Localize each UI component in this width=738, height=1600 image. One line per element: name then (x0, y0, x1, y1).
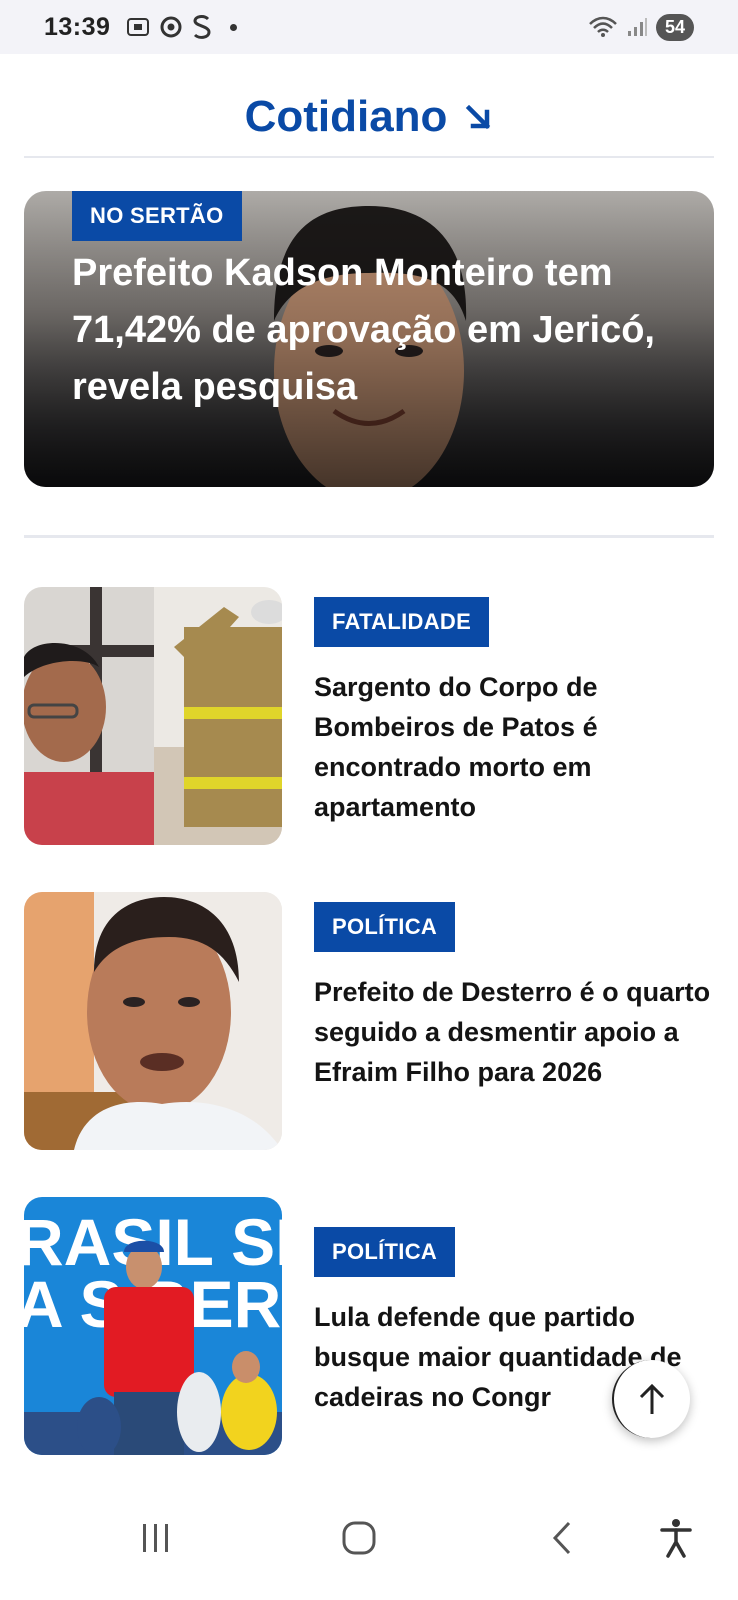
thumbnail-image (24, 892, 282, 1150)
section-title: Cotidiano (244, 92, 448, 141)
featured-article-card[interactable]: NO SERTÃO Prefeito Kadson Monteiro tem 7… (24, 191, 714, 487)
scroll-to-top-button[interactable] (612, 1360, 690, 1438)
news-category-tag[interactable]: POLÍTICA (314, 1227, 456, 1277)
status-time: 13:39 (44, 12, 111, 41)
news-body: FATALIDADE Sargento do Corpo de Bombeiro… (314, 597, 714, 827)
arrow-down-right-icon (466, 104, 491, 130)
status-icons-left (126, 14, 238, 40)
news-item[interactable]: FATALIDADE Sargento do Corpo de Bombeiro… (24, 587, 714, 845)
back-icon (552, 1521, 571, 1555)
news-item[interactable]: POLÍTICA Prefeito de Desterro é o quarto… (24, 892, 714, 1150)
news-thumbnail[interactable] (24, 892, 282, 1150)
accessibility-icon (660, 1519, 692, 1558)
arrow-up-icon (639, 1383, 665, 1414)
chrome-icon (160, 16, 182, 38)
home-icon (342, 1521, 376, 1555)
divider (24, 535, 714, 538)
hero-title[interactable]: Prefeito Kadson Monteiro tem 71,42% de a… (72, 245, 672, 416)
screenshot-icon (127, 18, 150, 36)
system-nav-bar (0, 1480, 738, 1600)
notification-dot (230, 23, 238, 31)
status-bar: 13:39 54 (0, 0, 738, 54)
news-body: POLÍTICA Prefeito de Desterro é o quarto… (314, 902, 714, 1092)
news-title[interactable]: Sargento do Corpo de Bombeiros de Patos … (314, 667, 714, 827)
news-thumbnail[interactable]: RASIL SE A S BER (24, 1197, 282, 1455)
status-icons-right: 54 (588, 0, 694, 54)
hero-category-tag[interactable]: NO SERTÃO (72, 191, 242, 241)
news-thumbnail[interactable] (24, 587, 282, 845)
recents-icon (143, 1524, 168, 1552)
battery-icon: 54 (655, 13, 694, 41)
news-category-tag[interactable]: FATALIDADE (314, 597, 490, 647)
wifi-icon (589, 16, 617, 37)
s-app-icon (193, 15, 211, 39)
section-header[interactable]: Cotidiano (24, 78, 714, 158)
news-item[interactable]: RASIL SE A S BER POLÍTICA Lula defende q… (24, 1197, 714, 1455)
news-category-tag[interactable]: POLÍTICA (314, 902, 456, 952)
accessibility-button[interactable] (646, 1508, 706, 1568)
home-button[interactable] (329, 1508, 389, 1568)
signal-icon (627, 18, 647, 36)
recents-button[interactable] (126, 1508, 186, 1568)
news-title[interactable]: Prefeito de Desterro é o quarto seguido … (314, 972, 714, 1092)
back-button[interactable] (532, 1508, 592, 1568)
thumbnail-image (24, 587, 282, 845)
thumbnail-image: RASIL SE A S BER (24, 1197, 282, 1455)
